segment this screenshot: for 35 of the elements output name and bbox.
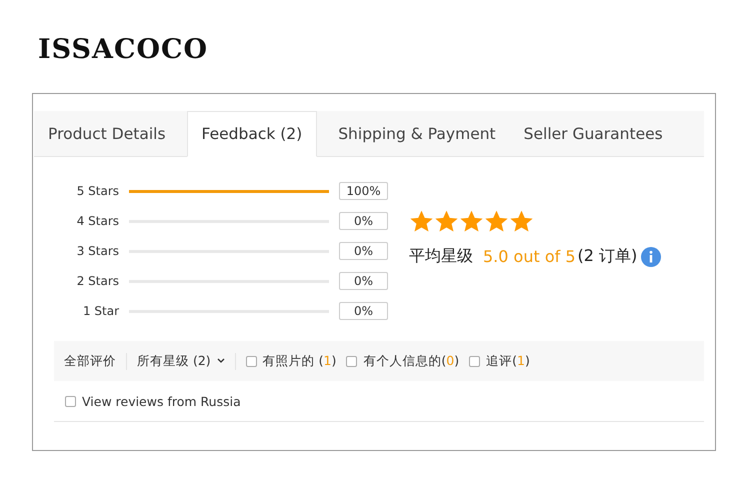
percent-value: 0% <box>339 302 388 320</box>
tab[interactable]: Shipping & Payment <box>324 111 510 156</box>
rating-label: 2 Stars <box>76 274 119 288</box>
info-icon[interactable] <box>641 246 662 266</box>
order-count: (2 订单) <box>578 246 638 267</box>
tab[interactable]: Seller Guarantees <box>510 111 677 156</box>
filter-option[interactable]: 有个人信息的(0) <box>363 352 460 370</box>
checkbox[interactable] <box>346 356 358 366</box>
percent-value: 0% <box>339 242 388 260</box>
star-level-dropdown[interactable]: 所有星级 (2) <box>127 352 236 370</box>
tab[interactable]: Product Details <box>34 111 180 156</box>
tab[interactable]: Feedback (2) <box>186 111 318 157</box>
rating-score: 5.0 out of 5 <box>483 247 576 266</box>
checkbox[interactable] <box>65 396 76 406</box>
rating-label: 3 Stars <box>76 244 119 258</box>
rating-label: 5 Stars <box>76 184 119 198</box>
rating-label: 1 Star <box>82 304 119 318</box>
filter-option[interactable]: 追评(1) <box>486 352 530 370</box>
brand-logo: ISSACOCO <box>38 34 208 67</box>
chevron-down-icon <box>216 358 225 364</box>
rating-label: 4 Stars <box>76 214 119 228</box>
star-icon <box>434 209 459 234</box>
star-icon <box>409 209 434 234</box>
checkbox[interactable] <box>246 356 257 366</box>
star-icon <box>484 209 509 234</box>
percent-value: 0% <box>339 212 388 230</box>
star-icon <box>509 209 534 234</box>
all-reviews-filter[interactable]: 全部评价 <box>64 352 127 370</box>
percent-value: 100% <box>339 182 388 200</box>
average-rating-label: 平均星级 <box>409 246 473 267</box>
checkbox[interactable] <box>469 356 480 366</box>
star-icon <box>459 209 484 234</box>
filter-option[interactable]: 有照片的 (1) <box>262 352 336 370</box>
checkbox-label[interactable]: View reviews from Russia <box>82 394 241 408</box>
percent-value: 0% <box>339 272 388 290</box>
